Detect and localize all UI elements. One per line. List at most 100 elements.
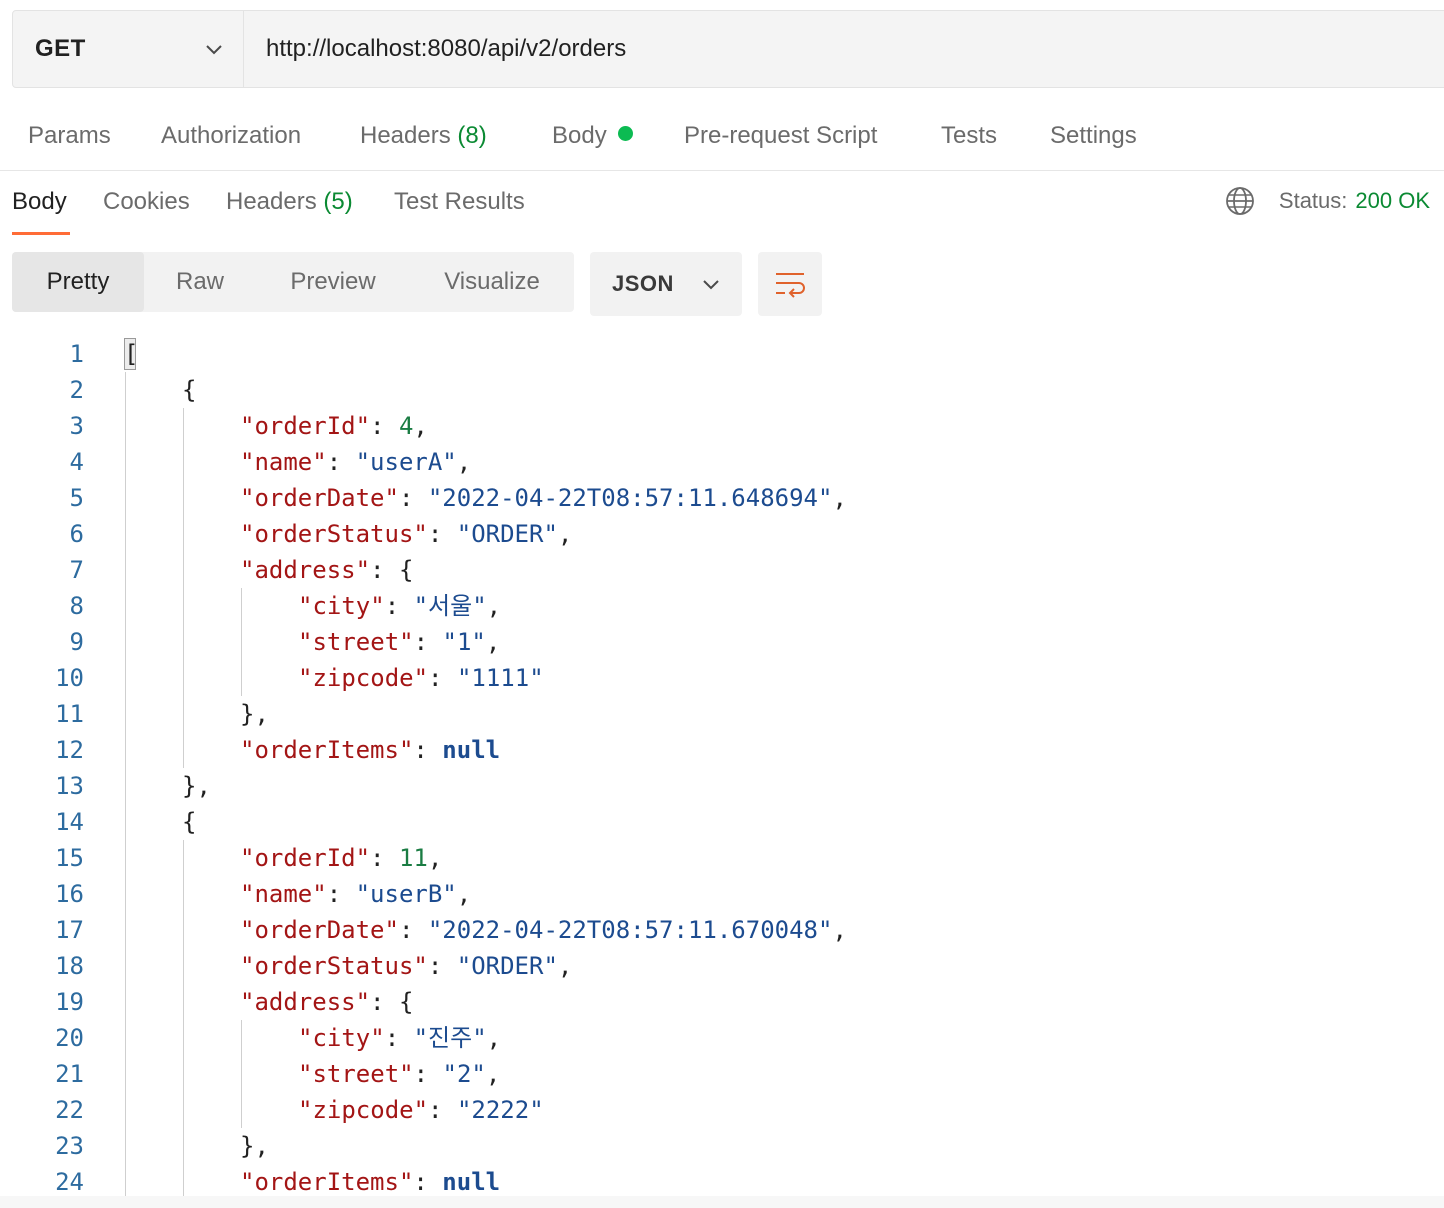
code-line: 11},: [0, 696, 1444, 732]
code-token: null: [442, 1168, 501, 1196]
code-token: :: [427, 520, 457, 548]
code-text: "orderDate": "2022-04-22T08:57:11.648694…: [240, 480, 847, 516]
line-number: 15: [55, 844, 84, 872]
code-line: 20 "city": "진주",: [0, 1020, 1444, 1056]
code-line: 9 "street": "1",: [0, 624, 1444, 660]
code-token: "city": [298, 592, 385, 620]
code-line: 24 "orderItems": null: [0, 1164, 1444, 1196]
bottom-edge: [0, 1196, 1444, 1208]
code-text: "city": "서울",: [298, 588, 501, 624]
code-text: },: [240, 696, 269, 732]
code-line: 21 "street": "2",: [0, 1056, 1444, 1092]
tab-headers-label: Headers: [360, 122, 451, 149]
line-number: 7: [69, 556, 84, 584]
code-text: {: [182, 804, 196, 840]
line-number: 1: [69, 340, 84, 368]
code-line: 16 "name": "userB",: [0, 876, 1444, 912]
line-number: 17: [55, 916, 84, 944]
code-token: "진주": [413, 1024, 487, 1052]
wrap-lines-button[interactable]: [758, 252, 822, 316]
code-line: 17 "orderDate": "2022-04-22T08:57:11.6700…: [0, 912, 1444, 948]
line-number: 8: [69, 592, 84, 620]
code-line: 3 "orderId": 4,: [0, 408, 1444, 444]
code-token: "2": [442, 1060, 486, 1088]
code-token: :: [413, 1168, 443, 1196]
tab-headers[interactable]: Headers (8): [360, 122, 487, 150]
line-number: 20: [55, 1024, 84, 1052]
code-token: [: [124, 340, 139, 368]
code-token: "city": [298, 1024, 385, 1052]
url-text: http://localhost:8080/api/v2/orders: [266, 35, 627, 62]
line-number: 24: [55, 1168, 84, 1196]
code-token: "orderDate": [240, 484, 399, 512]
code-line: 2{: [0, 372, 1444, 408]
response-tab-cookies[interactable]: Cookies: [103, 188, 190, 216]
code-token: "orderDate": [240, 916, 399, 944]
code-token: ,: [485, 1060, 501, 1088]
line-number: 5: [69, 484, 84, 512]
code-token: :: [413, 628, 443, 656]
code-token: 4: [398, 412, 414, 440]
code-token: "address": [240, 556, 371, 584]
code-token: ,: [832, 916, 847, 944]
view-mode-preview[interactable]: Preview: [256, 252, 410, 312]
response-tab-test-results[interactable]: Test Results: [394, 188, 525, 216]
view-mode-pretty[interactable]: Pretty: [12, 252, 144, 312]
code-token: ,: [427, 844, 443, 872]
method-select[interactable]: GET: [13, 11, 244, 87]
tab-tests[interactable]: Tests: [941, 122, 997, 150]
tab-pre-request-script[interactable]: Pre-request Script: [684, 122, 877, 150]
globe-icon[interactable]: [1225, 186, 1255, 216]
code-token: "2222": [456, 1096, 544, 1124]
code-line: 6 "orderStatus": "ORDER",: [0, 516, 1444, 552]
code-token: ,: [456, 448, 472, 476]
code-text: "orderDate": "2022-04-22T08:57:11.670048…: [240, 912, 847, 948]
chevron-down-icon: [703, 280, 719, 290]
code-line: 5 "orderDate": "2022-04-22T08:57:11.64869…: [0, 480, 1444, 516]
code-text: "city": "진주",: [298, 1020, 501, 1056]
tab-authorization[interactable]: Authorization: [161, 122, 301, 150]
tab-params[interactable]: Params: [28, 122, 111, 150]
response-tab-headers[interactable]: Headers (5): [226, 188, 353, 216]
code-text: },: [182, 768, 211, 804]
code-token: :: [428, 664, 457, 692]
code-text: "zipcode": "2222": [298, 1092, 544, 1128]
code-line: 15 "orderId": 11,: [0, 840, 1444, 876]
line-number: 9: [69, 628, 84, 656]
line-number: 4: [69, 448, 84, 476]
response-tab-body[interactable]: Body: [12, 188, 67, 216]
code-token: "zipcode": [298, 1096, 429, 1124]
code-line: 12 "orderItems": null: [0, 732, 1444, 768]
code-token: :: [370, 412, 399, 440]
code-token: "ORDER": [456, 520, 558, 548]
code-text: [: [124, 336, 138, 372]
code-text: "name": "userB",: [240, 876, 471, 912]
line-number: 22: [55, 1096, 84, 1124]
code-token: },: [240, 700, 269, 728]
code-token: "userA": [355, 448, 457, 476]
code-token: },: [182, 772, 211, 800]
code-token: ,: [557, 520, 573, 548]
line-number: 23: [55, 1132, 84, 1160]
code-token: "name": [240, 880, 327, 908]
code-text: "street": "2",: [298, 1056, 500, 1092]
code-line: 14 {: [0, 804, 1444, 840]
response-body-viewer[interactable]: 1[2{3 "orderId": 4, 4 "name": "userA", 5 "ord…: [0, 336, 1444, 1196]
line-number: 10: [55, 664, 84, 692]
code-line: 13},: [0, 768, 1444, 804]
code-token: "name": [240, 448, 327, 476]
tab-settings[interactable]: Settings: [1050, 122, 1137, 150]
code-token: :: [326, 448, 356, 476]
status-value[interactable]: 200 OK: [1355, 188, 1430, 214]
line-number: 3: [69, 412, 84, 440]
code-token: ,: [557, 952, 573, 980]
view-mode-raw[interactable]: Raw: [144, 252, 256, 312]
format-select[interactable]: JSON: [590, 252, 742, 316]
tab-body[interactable]: Body: [552, 122, 633, 150]
view-mode-visualize[interactable]: Visualize: [410, 252, 574, 312]
code-token: : {: [370, 988, 414, 1016]
code-text: "name": "userA",: [240, 444, 471, 480]
code-line: 22 "zipcode": "2222": [0, 1092, 1444, 1128]
line-number: 18: [55, 952, 84, 980]
url-input[interactable]: http://localhost:8080/api/v2/orders: [244, 11, 1444, 87]
